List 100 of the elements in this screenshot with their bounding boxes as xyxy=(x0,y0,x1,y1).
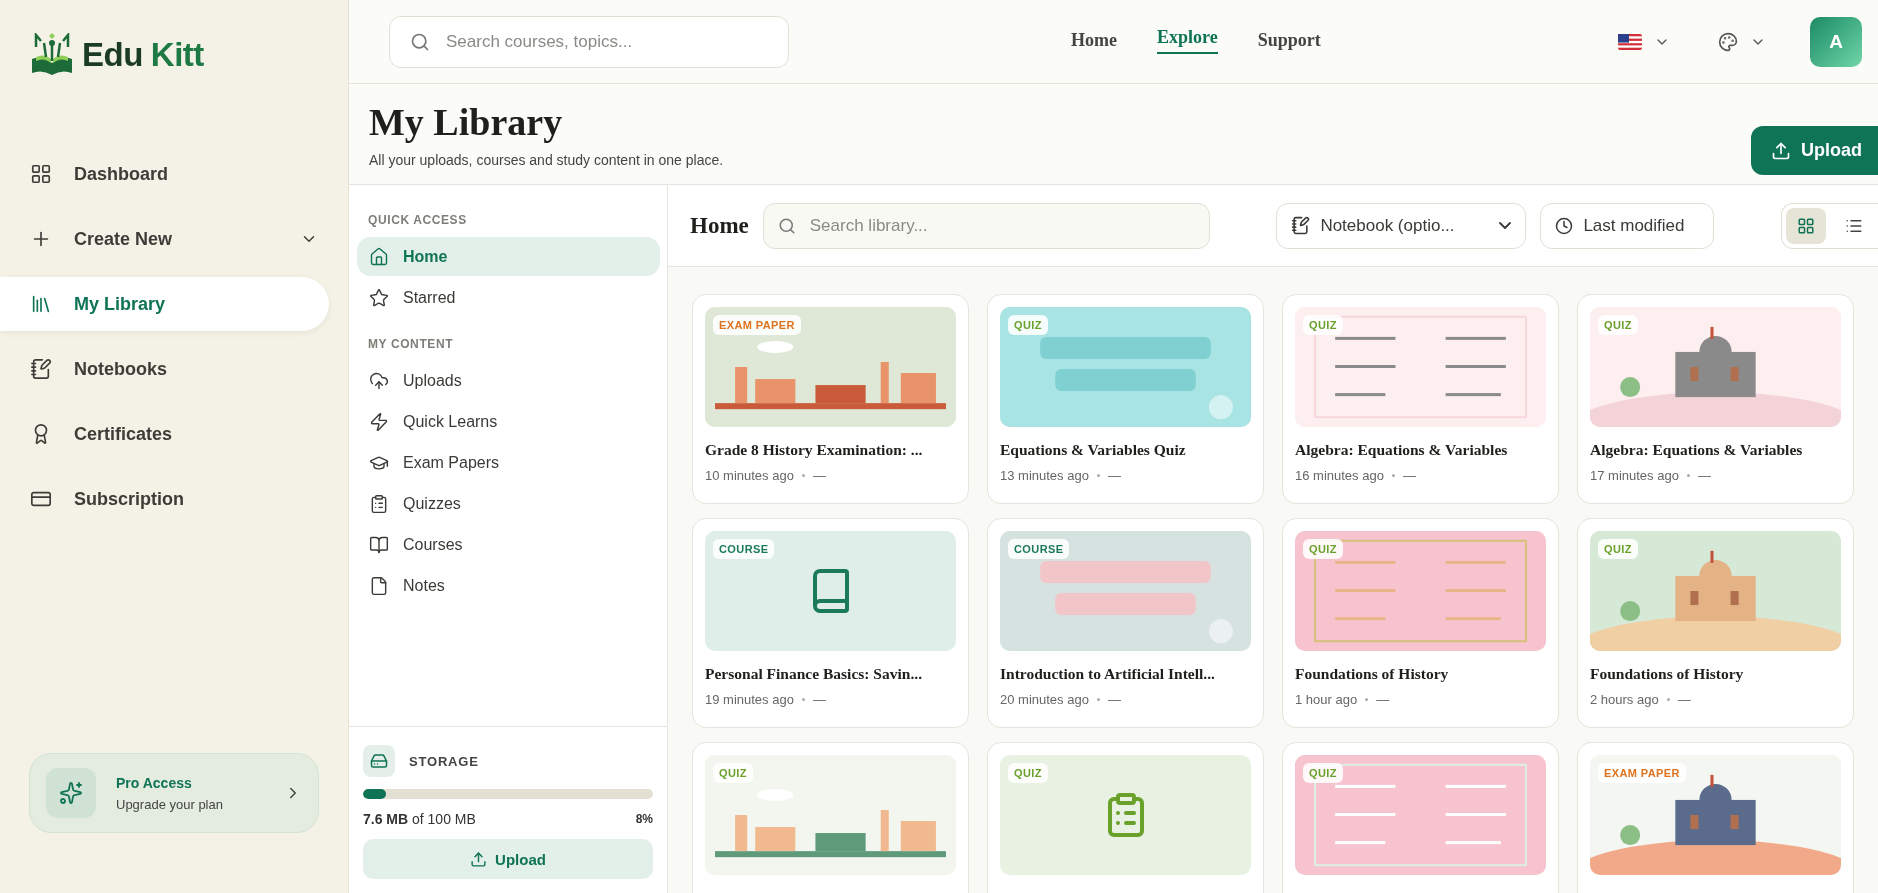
notebook-select[interactable]: Notebook (optio... xyxy=(1276,202,1527,249)
nav-icon xyxy=(369,411,389,432)
flag-icon xyxy=(1618,33,1642,50)
type-badge: COURSE xyxy=(713,539,775,559)
card-time: 13 minutes ago xyxy=(1000,468,1089,483)
library-nav-item[interactable]: Quizzes xyxy=(357,484,660,523)
book-logo-icon xyxy=(30,33,74,77)
nav-link[interactable]: Explore xyxy=(1157,23,1218,54)
card-title: Grade 8 History Examination: ... xyxy=(705,441,924,459)
section-heading: MY CONTENT xyxy=(367,337,455,351)
card-detail: — xyxy=(812,692,826,707)
upload-button[interactable]: Upload xyxy=(363,839,653,879)
card-detail: — xyxy=(1107,468,1121,483)
nav-link[interactable]: Home xyxy=(1071,26,1117,57)
library-nav-item[interactable]: Quick Learns xyxy=(357,402,660,441)
type-badge: EXAM PAPER xyxy=(1598,763,1686,783)
section-title: Home xyxy=(690,212,749,239)
nav-icon xyxy=(369,287,389,308)
search-icon xyxy=(777,216,796,235)
section-heading: QUICK ACCESS xyxy=(367,213,468,227)
library-nav-item[interactable]: Uploads xyxy=(357,361,660,400)
content-card[interactable]: QUIZ Algebra: Equations & Variables 17 minutes ago — xyxy=(1577,294,1854,504)
sidebar-item[interactable]: Certificates xyxy=(0,407,348,461)
nav-icon xyxy=(30,163,52,185)
search-field[interactable]: Search courses, topics... xyxy=(389,15,789,68)
library-search-input[interactable]: Search library... xyxy=(807,214,1195,237)
content-card[interactable]: COURSE Introduction to Artificial Intell... 20 minutes ago — xyxy=(987,518,1264,728)
sidebar-item[interactable]: My Library xyxy=(0,277,329,331)
type-badge: QUIZ xyxy=(1303,763,1343,783)
type-badge: QUIZ xyxy=(1008,763,1048,783)
nav-icon xyxy=(369,246,389,267)
card-time: 16 minutes ago xyxy=(1295,468,1384,483)
library-nav-item[interactable]: Starred xyxy=(357,278,660,317)
promo-subtitle: Upgrade your plan xyxy=(116,796,224,812)
palette-icon xyxy=(1718,31,1738,52)
content-card[interactable]: COURSE Personal Finance Basics: Savin... 19 minutes ago — xyxy=(692,518,969,728)
sidebar-item[interactable]: Notebooks xyxy=(0,342,348,396)
nav-icon xyxy=(369,493,389,514)
nav-icon xyxy=(30,358,52,380)
sidebar-item[interactable]: Create New xyxy=(0,212,348,266)
card-detail: — xyxy=(1402,468,1416,483)
logo-text: Kitt xyxy=(150,36,204,74)
card-title: Algebra: Equations & Variables xyxy=(1590,441,1804,459)
nav-link[interactable]: Support xyxy=(1257,26,1321,57)
grid-icon xyxy=(1797,216,1815,235)
nav-icon xyxy=(369,370,389,391)
storage-percent: 8% xyxy=(635,812,653,826)
storage-usage: 7.6 MB of 100 MB xyxy=(363,811,476,827)
page-subtitle: All your uploads, courses and study content in one place. xyxy=(369,152,724,168)
search-input[interactable]: Search courses, topics... xyxy=(444,30,768,53)
card-title: Personal Finance Basics: Savin... xyxy=(705,665,923,683)
upload-icon xyxy=(1771,140,1791,161)
content-card[interactable]: QUIZ Foundations of History 2 hours ago — xyxy=(1577,518,1854,728)
sidebar-item[interactable]: Subscription xyxy=(0,472,348,526)
logo-text: Edu xyxy=(82,36,143,74)
card-time: 1 hour ago xyxy=(1295,692,1358,707)
notebook-icon xyxy=(1291,216,1311,235)
type-badge: EXAM PAPER xyxy=(713,315,801,335)
library-nav-item[interactable]: Notes xyxy=(357,566,660,605)
sort-button[interactable]: Last modified xyxy=(1540,202,1715,249)
nav-icon xyxy=(369,575,389,596)
card-detail: — xyxy=(1677,692,1691,707)
content-card[interactable]: QUIZ Foundations of History 1 hour ago — xyxy=(1282,518,1559,728)
card-title: Foundations of History xyxy=(1590,665,1745,683)
search-icon xyxy=(410,31,430,52)
library-search-field[interactable]: Search library... xyxy=(762,202,1210,249)
card-title: Foundations of History xyxy=(1295,665,1450,683)
card-detail: — xyxy=(812,468,826,483)
content-card[interactable]: QUIZ Algebra: Equations & Variables 16 minutes ago — xyxy=(1282,294,1559,504)
type-badge: COURSE xyxy=(1008,539,1070,559)
clock-icon xyxy=(1555,216,1574,235)
drive-icon xyxy=(363,745,395,777)
upgrade-card[interactable]: Pro Access Upgrade your plan xyxy=(29,753,319,833)
content-card[interactable]: QUIZ Equations & Variables Quiz 13 minutes ago — xyxy=(987,294,1264,504)
card-title: Algebra: Equations & Variables xyxy=(1295,441,1509,459)
type-badge: QUIZ xyxy=(1303,539,1343,559)
content-card[interactable]: EXAM PAPER Grade 8 History Examination: ... 10 minutes ago — xyxy=(692,294,969,504)
library-nav-item[interactable]: Exam Papers xyxy=(357,443,660,482)
sparkles-icon xyxy=(46,768,96,818)
storage-label: STORAGE xyxy=(409,753,479,769)
card-title: Introduction to Artificial Intell... xyxy=(1000,665,1216,683)
type-badge: QUIZ xyxy=(1303,315,1343,335)
type-badge: QUIZ xyxy=(1008,315,1048,335)
type-badge: QUIZ xyxy=(1598,539,1638,559)
card-time: 10 minutes ago xyxy=(705,468,794,483)
nav-icon xyxy=(30,293,52,315)
card-detail: — xyxy=(1107,692,1121,707)
type-badge: QUIZ xyxy=(713,763,753,783)
upload-button[interactable]: Upload xyxy=(1751,126,1878,175)
sidebar-item[interactable]: Dashboard xyxy=(0,147,348,201)
card-detail: — xyxy=(1697,468,1711,483)
card-time: 20 minutes ago xyxy=(1000,692,1089,707)
nav-icon xyxy=(369,534,389,555)
grid-view-button[interactable] xyxy=(1786,207,1826,244)
promo-title: Pro Access xyxy=(116,774,193,791)
card-time: 17 minutes ago xyxy=(1590,468,1679,483)
card-time: 2 hours ago xyxy=(1590,692,1659,707)
library-nav-item[interactable]: Courses xyxy=(357,525,660,564)
library-nav-item[interactable]: Home xyxy=(357,237,660,276)
card-title: Equations & Variables Quiz xyxy=(1000,441,1187,459)
